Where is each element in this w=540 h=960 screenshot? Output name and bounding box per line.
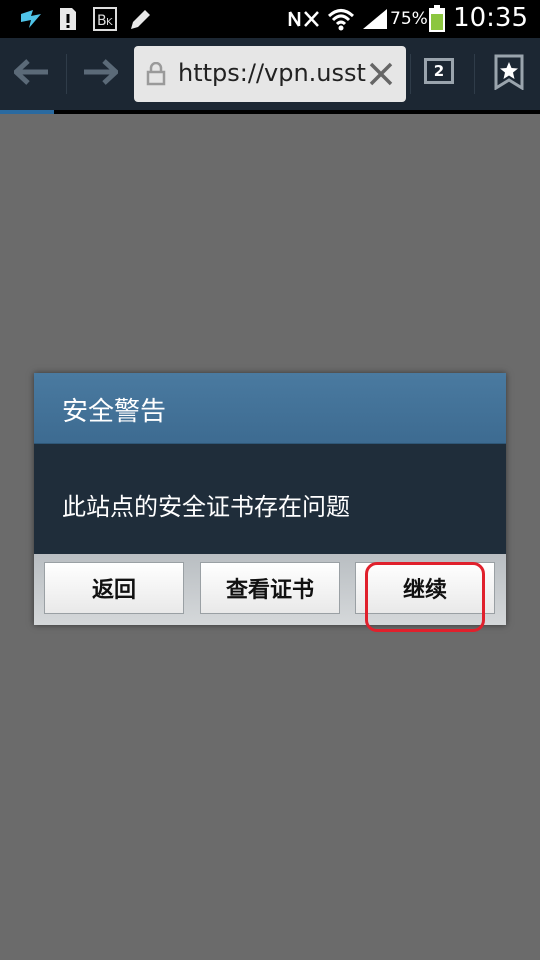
- nfc-off-icon: [286, 6, 322, 32]
- forward-arrow-icon: [82, 59, 120, 89]
- back-arrow-icon: [12, 59, 50, 89]
- forward-button[interactable]: [68, 38, 132, 110]
- keyboard-icon: BK: [92, 6, 118, 32]
- bookmark-button[interactable]: [478, 38, 540, 110]
- tab-count: 2: [433, 62, 445, 80]
- sim-alert-icon: [56, 6, 80, 32]
- dialog-message: 此站点的安全证书存在问题: [62, 493, 350, 521]
- pen-icon: [126, 6, 154, 32]
- svg-text:K: K: [106, 17, 113, 28]
- back-dialog-button[interactable]: 返回: [44, 562, 184, 614]
- progress-fill: [0, 110, 54, 114]
- bookmark-icon: [494, 54, 524, 94]
- toolbar-divider: [474, 54, 475, 94]
- signal-icon: [360, 6, 390, 32]
- view-certificate-button[interactable]: 查看证书: [200, 562, 340, 614]
- url-bar[interactable]: https://vpn.usst.e: [134, 46, 406, 102]
- url-text[interactable]: https://vpn.usst.e: [178, 59, 368, 87]
- status-bar: BK 75% 10:35: [0, 0, 540, 38]
- swype-icon: [18, 6, 44, 32]
- lock-icon: [146, 61, 166, 90]
- toolbar-divider: [410, 54, 411, 94]
- close-icon[interactable]: [368, 61, 394, 91]
- dialog-body: 此站点的安全证书存在问题: [34, 444, 506, 554]
- battery-icon: [426, 5, 448, 32]
- battery-percent: 75%: [390, 9, 428, 29]
- toolbar-divider: [66, 54, 67, 94]
- clock: 10:35: [453, 3, 528, 33]
- dialog-title: 安全警告: [62, 397, 167, 427]
- dialog-header: 安全警告: [34, 373, 506, 444]
- browser-toolbar: https://vpn.usst.e 2: [0, 38, 540, 110]
- tabs-button[interactable]: 2: [424, 58, 454, 84]
- wifi-icon: [326, 6, 356, 32]
- back-button[interactable]: [0, 38, 64, 110]
- page-load-progress: [0, 110, 540, 114]
- highlight-annotation: [365, 562, 485, 632]
